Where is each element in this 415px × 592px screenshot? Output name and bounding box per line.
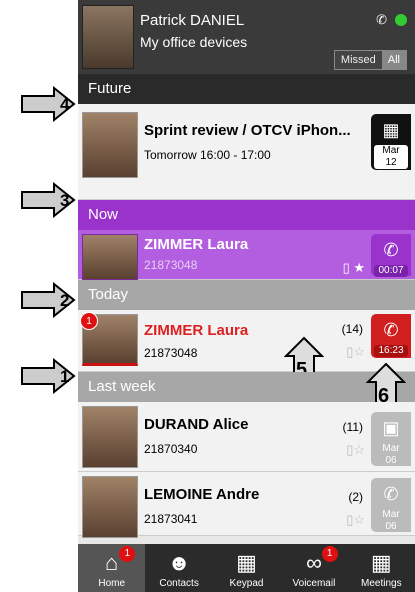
meeting-participants-avatar [82, 112, 138, 178]
call-date: Mar 06 [374, 509, 408, 533]
contact-avatar [82, 234, 138, 280]
filter-toggle: Missed All [333, 50, 407, 70]
filter-missed-button[interactable]: Missed [334, 51, 382, 69]
meeting-time: Tomorrow 16:00 - 17:00 [144, 148, 271, 162]
meeting-date: Mar 12 [374, 145, 408, 169]
header: Patrick DANIEL My office devices ✆ Misse… [78, 0, 415, 74]
annotation-arrow-1: 1 [21, 358, 76, 394]
section-header-future: Future [78, 74, 415, 104]
phone-icon: ✆ [383, 484, 399, 504]
meeting-item[interactable]: Sprint review / OTCV iPhon... Tomorrow 1… [78, 104, 415, 200]
annotation-label: 1 [60, 367, 69, 386]
call-tile[interactable]: ✆ Mar 06 [371, 478, 411, 532]
contact-avatar [82, 406, 138, 468]
calendar-icon: ▦ [370, 550, 392, 575]
meeting-title: Sprint review / OTCV iPhon... [144, 122, 351, 139]
nav-contacts[interactable]: ☻ Contacts [145, 544, 212, 592]
call-time: 16:23 [374, 345, 408, 357]
call-history-item[interactable]: LEMOINE Andre 21873041 (2) ▯☆ ✆ Mar 06 [78, 472, 415, 538]
section-header-now: Now [78, 200, 415, 230]
contact-name: DURAND Alice [144, 416, 249, 433]
nav-label: Meetings [361, 578, 402, 589]
device-star-icons[interactable]: ▯☆ [346, 344, 365, 360]
contact-number: 21873048 [144, 346, 198, 360]
missed-call-tile[interactable]: ✆ 16:23 [371, 314, 411, 358]
contact-number: 21870340 [144, 442, 198, 456]
call-duration: 00:07 [374, 265, 408, 277]
active-call-item[interactable]: ZIMMER Laura 21873048 ▯ ★ ✆ 00:07 [78, 230, 415, 280]
nav-meetings[interactable]: ▦ Meetings [348, 544, 415, 592]
device-star-icons[interactable]: ▯☆ [346, 442, 365, 458]
annotation-label: 4 [60, 95, 70, 114]
phone-wifi-icon: ✆ [376, 12, 387, 27]
contact-name: LEMOINE Andre [144, 486, 260, 503]
section-header-today: Today [78, 280, 415, 310]
date-day: 06 [385, 521, 397, 532]
user-name: Patrick DANIEL [140, 12, 245, 29]
nav-label: Keypad [229, 578, 264, 589]
bottom-nav: ⌂ 1 Home ☻ Contacts ▦ Keypad ∞ 1 Voicema… [78, 544, 415, 592]
annotation-arrow-4: 4 [21, 86, 76, 122]
keypad-icon: ▦ [236, 550, 257, 575]
contacts-icon: ☻ [167, 550, 191, 575]
device-star-icons: ▯ ★ [342, 260, 365, 275]
message-tile[interactable]: ▣ Mar 06 [371, 412, 411, 466]
annotation-arrow-2: 2 [21, 282, 76, 318]
call-history-item[interactable]: DURAND Alice 21870340 (11) ▯☆ ▣ Mar 06 [78, 402, 415, 472]
nav-home[interactable]: ⌂ 1 Home [78, 544, 146, 592]
annotation-label: 2 [60, 291, 69, 310]
contact-avatar [82, 476, 138, 538]
meeting-calendar-tile[interactable]: ▦ Mar 12 [371, 114, 411, 170]
home-icon: ⌂ [105, 550, 119, 575]
missed-call-item[interactable]: 1 ZIMMER Laura 21873048 (14) ▯☆ ✆ 16:23 [78, 310, 415, 372]
nav-keypad[interactable]: ▦ Keypad [213, 544, 280, 592]
device-star-icons[interactable]: ▯☆ [346, 512, 365, 528]
call-count: (14) [341, 322, 363, 336]
section-header-last-week: Last week [78, 372, 415, 402]
call-count: (11) [342, 420, 363, 434]
presence-status-icon [395, 14, 407, 26]
nav-label: Contacts [159, 578, 199, 589]
calendar-icon: ▦ [382, 120, 400, 140]
header-subtitle: My office devices [140, 34, 248, 50]
message-date: Mar 06 [374, 443, 408, 467]
nav-label: Voicemail [292, 578, 336, 589]
contact-number: 21873041 [144, 512, 198, 526]
phone-screen: Patrick DANIEL My office devices ✆ Misse… [78, 0, 415, 592]
nav-label: Home [98, 578, 126, 589]
phone-icon: ✆ [383, 240, 399, 260]
active-call-tile[interactable]: ✆ 00:07 [371, 234, 411, 277]
contact-name: ZIMMER Laura [144, 236, 249, 253]
message-icon: ▣ [382, 418, 400, 438]
contact-name: ZIMMER Laura [144, 322, 249, 339]
nav-badge: 1 [321, 546, 338, 562]
call-count: (2) [348, 490, 363, 504]
annotation-arrow-3: 3 [21, 182, 76, 218]
date-month: Mar [382, 443, 400, 454]
annotation-label: 3 [60, 191, 69, 210]
meeting-date-month: Mar [382, 145, 400, 156]
date-month: Mar [382, 509, 400, 520]
date-day: 06 [385, 455, 397, 466]
nav-voicemail[interactable]: ∞ 1 Voicemail [280, 544, 347, 592]
phone-icon: ✆ [383, 320, 399, 340]
user-avatar[interactable] [82, 5, 134, 69]
meeting-date-day: 12 [385, 157, 397, 168]
contact-number: 21873048 [144, 258, 198, 272]
filter-all-button[interactable]: All [381, 51, 406, 69]
unread-badge: 1 [80, 312, 98, 330]
